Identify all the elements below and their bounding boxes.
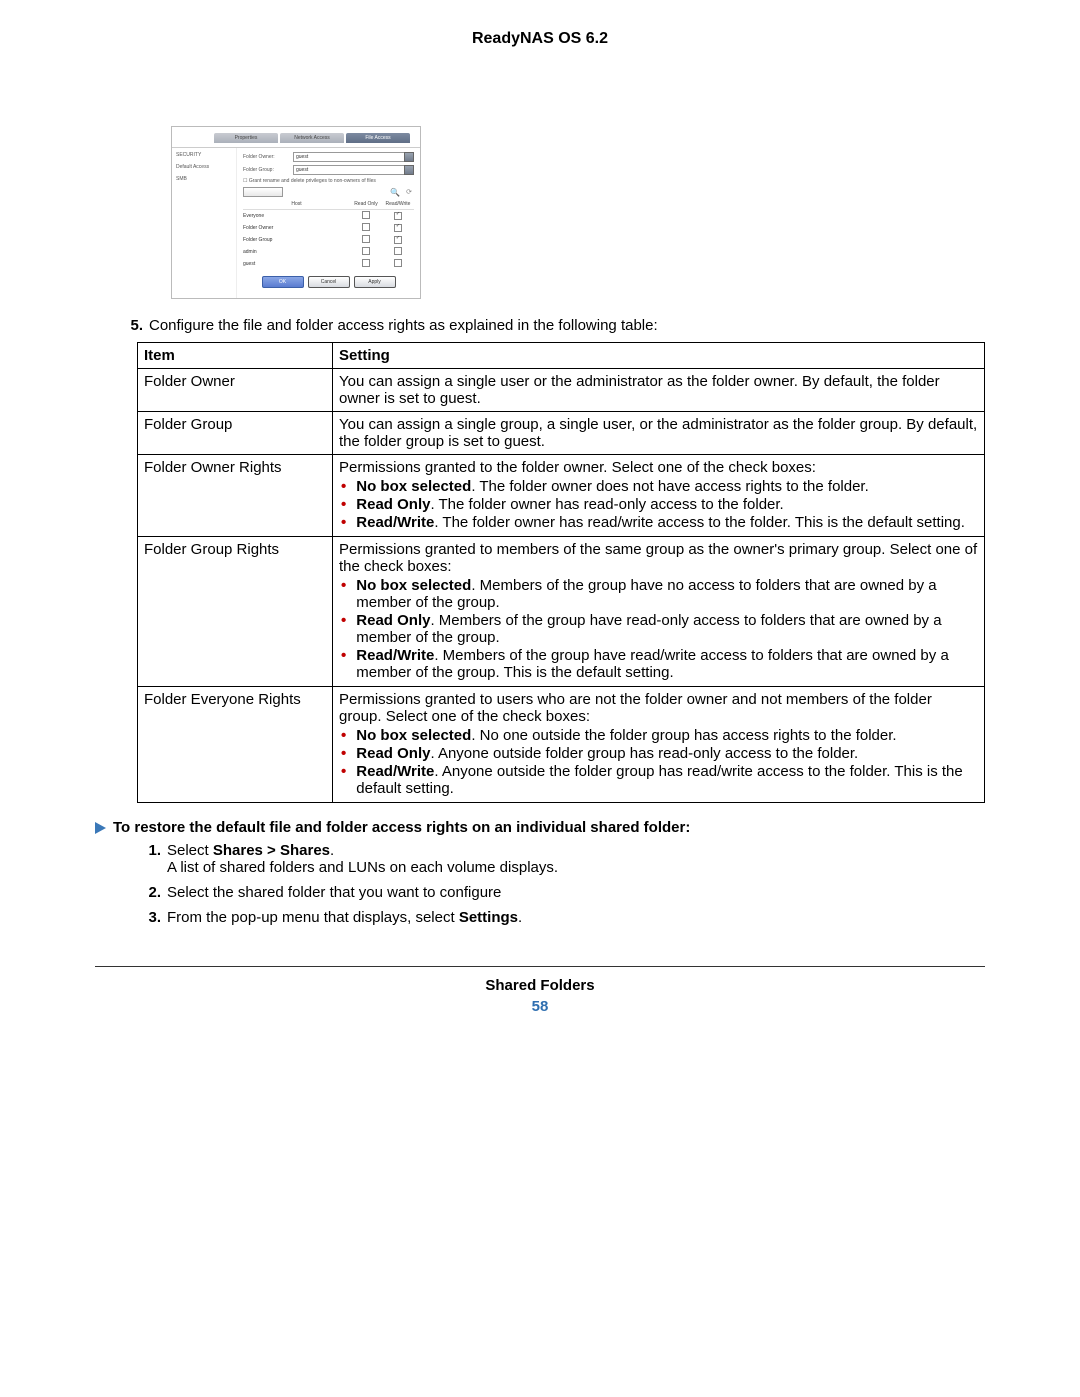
ss-col-host: Host [243,201,350,207]
ss-grant-label: Grant rename and delete privileges to no… [249,178,376,184]
cell-intro: Permissions granted to the folder owner.… [339,459,978,476]
ss-tab-file: File Access [346,133,410,143]
step-subtext: A list of shared folders and LUNs on eac… [167,859,985,876]
bullet-item: Read/Write. Anyone outside the folder gr… [339,763,978,797]
table-row: Folder OwnerYou can assign a single user… [138,369,985,412]
ss-list-row: guest [243,258,414,270]
ss-ok-button: OK [262,276,304,288]
embedded-screenshot: Properties Network Access File Access SE… [171,126,421,299]
table-row: Folder Everyone RightsPermissions grante… [138,687,985,803]
procedure-title: To restore the default file and folder a… [113,819,690,836]
ss-group-value: guest [293,165,405,175]
bullet-item: No box selected. The folder owner does n… [339,478,978,495]
ss-list-row: admin [243,246,414,258]
ss-filter-dropdown [243,187,283,197]
table-row: Folder Group RightsPermissions granted t… [138,537,985,687]
ss-left-security: SECURITY [176,152,232,158]
th-setting: Setting [333,343,985,369]
cell-intro: Permissions granted to users who are not… [339,691,978,725]
procedure-step: 3.From the pop-up menu that displays, se… [137,909,985,926]
ss-owner-label: Folder Owner: [243,154,293,160]
cell-bullets: No box selected. The folder owner does n… [339,478,978,531]
ss-tab-properties: Properties [214,133,278,143]
ss-col-rw: Read/Write [382,201,414,207]
step-text: Select Shares > Shares.A list of shared … [167,842,985,876]
table-row: Folder GroupYou can assign a single grou… [138,412,985,455]
cell-setting: Permissions granted to members of the sa… [333,537,985,687]
refresh-icon: ⟳ [406,188,412,196]
cell-item: Folder Group [138,412,333,455]
cell-item: Folder Owner Rights [138,455,333,537]
th-item: Item [138,343,333,369]
step-number: 2. [137,884,167,901]
bullet-item: Read Only. The folder owner has read-onl… [339,496,978,513]
cell-bullets: No box selected. No one outside the fold… [339,727,978,797]
footer-divider [95,966,985,967]
bullet-item: No box selected. Members of the group ha… [339,577,978,611]
ss-apply-button: Apply [354,276,396,288]
step5-text: Configure the file and folder access rig… [149,317,985,334]
ss-tab-network: Network Access [280,133,344,143]
ss-left-smb: SMB [176,176,232,182]
procedure-arrow-icon [95,822,106,834]
cell-setting: You can assign a single group, a single … [333,412,985,455]
ss-list-row: Everyone [243,210,414,222]
step5-number: 5. [119,317,149,334]
cell-setting: Permissions granted to users who are not… [333,687,985,803]
procedure-step: 1.Select Shares > Shares.A list of share… [137,842,985,876]
step-number: 3. [137,909,167,926]
cell-item: Folder Owner [138,369,333,412]
bullet-item: Read Only. Members of the group have rea… [339,612,978,646]
step-number: 1. [137,842,167,876]
step-text: From the pop-up menu that displays, sele… [167,909,985,926]
step-text: Select the shared folder that you want t… [167,884,985,901]
procedure-step: 2.Select the shared folder that you want… [137,884,985,901]
cell-intro: Permissions granted to members of the sa… [339,541,978,575]
bullet-item: No box selected. No one outside the fold… [339,727,978,744]
page-header: ReadyNAS OS 6.2 [95,30,985,48]
footer-page-number: 58 [95,998,985,1015]
table-row: Folder Owner Rights Permissions granted t… [138,455,985,537]
footer-section: Shared Folders [95,977,985,994]
cell-item: Folder Group Rights [138,537,333,687]
ss-cancel-button: Cancel [308,276,350,288]
ss-owner-value: guest [293,152,405,162]
cell-setting: Permissions granted to the folder owner.… [333,455,985,537]
ss-list-row: Folder Owner [243,222,414,234]
ss-group-label: Folder Group: [243,167,293,173]
bullet-item: Read Only. Anyone outside folder group h… [339,745,978,762]
ss-grant-checkbox-text: ☐ Grant rename and delete privileges to … [243,178,414,184]
bullet-item: Read/Write. Members of the group have re… [339,647,978,681]
ss-list-row: Folder Group [243,234,414,246]
cell-bullets: No box selected. Members of the group ha… [339,577,978,681]
ss-col-ro: Read Only [350,201,382,207]
ss-owner-dropdown [404,152,414,162]
cell-item: Folder Everyone Rights [138,687,333,803]
cell-setting: You can assign a single user or the admi… [333,369,985,412]
ss-left-default: Default Access [176,164,232,170]
settings-table: Item Setting Folder OwnerYou can assign … [137,342,985,803]
ss-group-dropdown [404,165,414,175]
search-icon: 🔍 [390,188,400,197]
bullet-item: Read/Write. The folder owner has read/wr… [339,514,978,531]
